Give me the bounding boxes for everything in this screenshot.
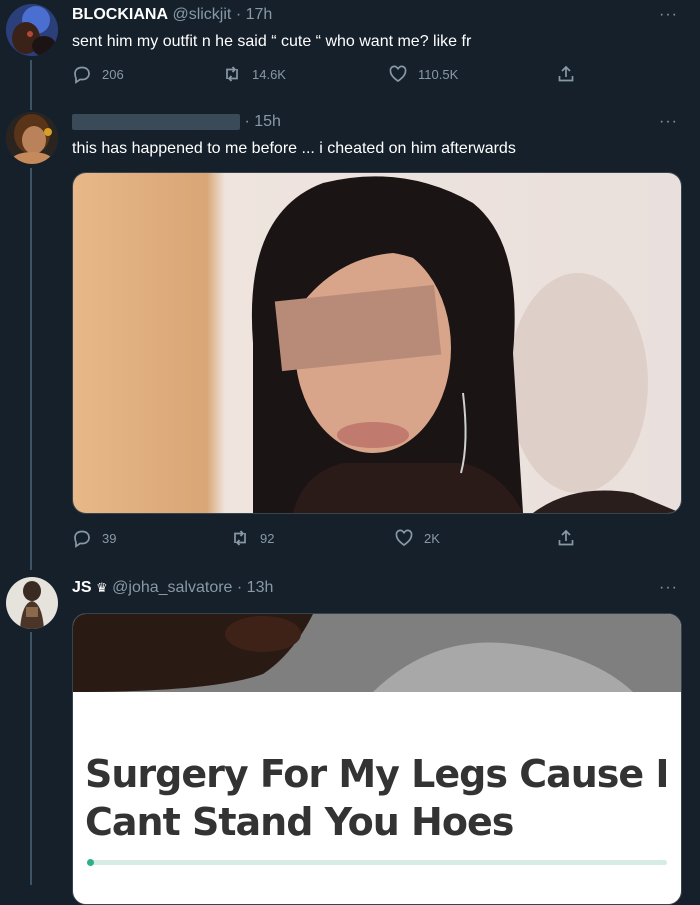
avatar[interactable] bbox=[6, 577, 58, 629]
crown-icon: ♛ bbox=[96, 580, 108, 595]
share-icon bbox=[558, 529, 574, 546]
card-title-line: Surgery For My Legs Cause I bbox=[85, 752, 670, 796]
tweet-header: · 15h bbox=[72, 113, 281, 131]
share-button[interactable] bbox=[556, 64, 576, 84]
reply-button[interactable]: 206 bbox=[72, 64, 124, 84]
retweet-button[interactable]: 92 bbox=[230, 528, 274, 548]
heart-icon bbox=[395, 529, 413, 547]
reading-progress-bar bbox=[87, 859, 667, 866]
redacted-name bbox=[72, 113, 240, 130]
tweet[interactable]: · 15h ··· this has happened to me before… bbox=[0, 100, 700, 565]
link-card[interactable]: Surgery For My Legs Cause I Cant Stand Y… bbox=[72, 613, 682, 905]
like-button[interactable]: 2K bbox=[394, 528, 440, 548]
more-options-icon[interactable]: ··· bbox=[659, 6, 678, 24]
reply-count: 39 bbox=[102, 530, 117, 546]
heart-icon bbox=[389, 65, 407, 83]
tweet-text: this has happened to me before ... i che… bbox=[72, 140, 516, 157]
display-name[interactable]: JS bbox=[72, 579, 92, 596]
share-icon bbox=[558, 65, 574, 82]
retweet-icon bbox=[234, 530, 246, 546]
more-options-icon[interactable]: ··· bbox=[659, 113, 678, 131]
retweet-icon bbox=[226, 66, 238, 82]
reply-count: 206 bbox=[102, 66, 124, 82]
reply-button[interactable]: 39 bbox=[72, 528, 116, 548]
card-photo bbox=[73, 614, 681, 692]
tweet[interactable]: JS ♛ @joha_salvatore · 13h ··· Surgery F… bbox=[0, 565, 700, 905]
tweet-header: JS ♛ @joha_salvatore · 13h bbox=[72, 579, 273, 597]
like-count: 2K bbox=[424, 530, 440, 546]
share-button[interactable] bbox=[556, 528, 576, 548]
tweet[interactable]: BLOCKIANA @slickjit · 17h ··· sent him m… bbox=[0, 0, 700, 100]
timestamp[interactable]: · 13h bbox=[237, 579, 273, 596]
retweet-count: 14.6K bbox=[252, 66, 286, 82]
card-body: Surgery For My Legs Cause I Cant Stand Y… bbox=[73, 692, 681, 904]
retweet-button[interactable]: 14.6K bbox=[222, 64, 286, 84]
handle[interactable]: @slickjit bbox=[172, 6, 231, 23]
like-button[interactable]: 110.5K bbox=[388, 64, 458, 84]
display-name[interactable]: BLOCKIANA bbox=[72, 6, 168, 23]
avatar[interactable] bbox=[6, 4, 58, 56]
tweet-header: BLOCKIANA @slickjit · 17h bbox=[72, 6, 272, 24]
avatar[interactable] bbox=[6, 112, 58, 164]
reply-icon bbox=[74, 66, 90, 84]
more-options-icon[interactable]: ··· bbox=[659, 579, 678, 597]
tweet-actions: 206 14.6K 110.5K bbox=[72, 64, 592, 88]
timestamp[interactable]: · 17h bbox=[236, 6, 272, 23]
like-count: 110.5K bbox=[418, 66, 459, 82]
handle[interactable]: @joha_salvatore bbox=[112, 579, 232, 596]
progress-indicator bbox=[87, 859, 94, 866]
tweet-actions: 39 92 2K bbox=[72, 528, 592, 552]
retweet-count: 92 bbox=[260, 530, 275, 546]
card-title: Surgery For My Legs Cause I Cant Stand Y… bbox=[85, 750, 670, 846]
tweet-photo[interactable] bbox=[72, 172, 682, 514]
photo-image bbox=[73, 173, 681, 513]
timestamp[interactable]: · 15h bbox=[244, 113, 280, 130]
card-title-line: Cant Stand You Hoes bbox=[85, 800, 514, 844]
reply-icon bbox=[74, 530, 90, 548]
tweet-text: sent him my outfit n he said “ cute “ wh… bbox=[72, 33, 472, 50]
